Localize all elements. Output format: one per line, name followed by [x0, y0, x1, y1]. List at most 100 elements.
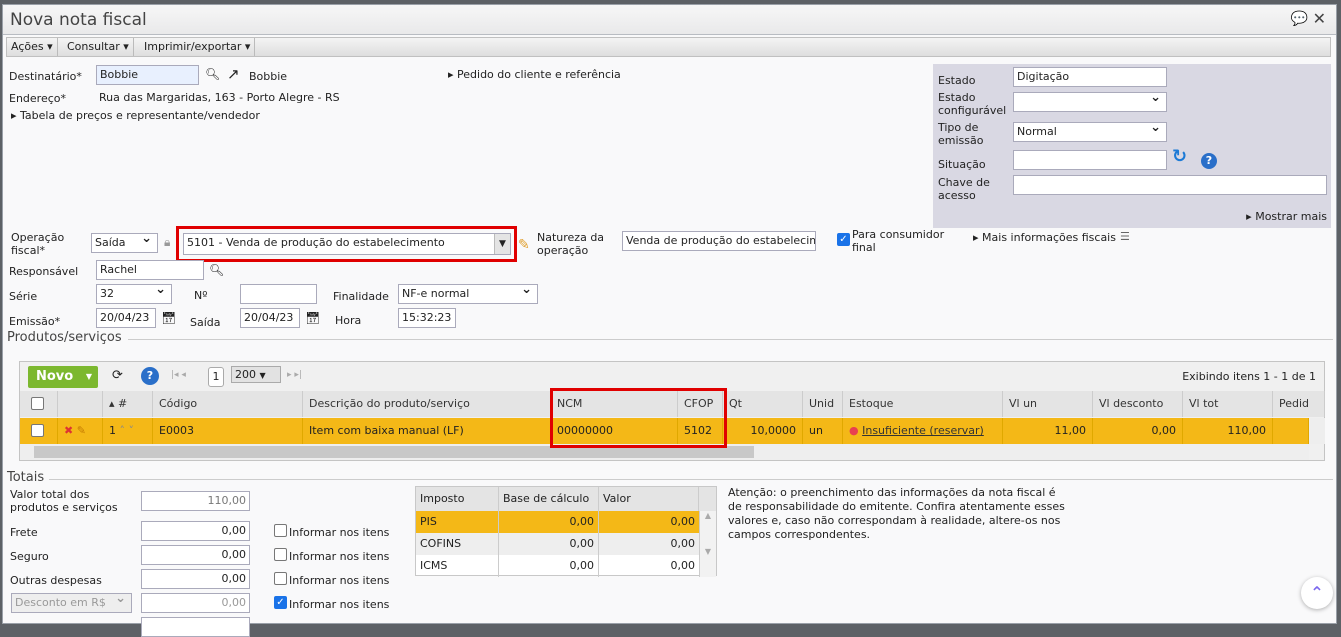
title-bar: Nova nota fiscal 💬 ✕ [3, 5, 1336, 35]
cell-vl-desconto: 0,00 [1093, 418, 1183, 444]
impostos-scrollbar[interactable]: ▲ ▼ [700, 511, 716, 577]
menu-bar: Ações ▾ Consultar ▾ Imprimir/exportar ▾ [6, 37, 1331, 57]
cell-valor: 0,00 [599, 533, 700, 555]
consumidor-final-label: Para consumidor final [852, 228, 945, 254]
col-vl-desconto[interactable]: Vl desconto [1093, 391, 1183, 417]
saida-input[interactable]: 20/04/23 [240, 308, 300, 328]
search-icon[interactable]: 🔍︎ [209, 263, 224, 277]
cell-imposto: COFINS [416, 533, 499, 555]
delete-icon[interactable]: ✖ [64, 424, 73, 437]
cell-vl-un: 11,00 [1003, 418, 1093, 444]
col-number[interactable]: ▴ # [103, 391, 153, 417]
informar-frete-checkbox[interactable] [274, 524, 287, 537]
estado-input[interactable]: Digitação [1013, 67, 1167, 87]
col-estoque[interactable]: Estoque [843, 391, 1003, 417]
informar-seguro-checkbox[interactable] [274, 548, 287, 561]
consumidor-final-checkbox[interactable]: ✓ [837, 233, 850, 246]
row-checkbox[interactable] [31, 424, 44, 437]
calendar-icon[interactable]: 📅︎ [305, 311, 320, 325]
pedido-cliente-link[interactable]: Pedido do cliente e referência [448, 68, 621, 81]
table-row[interactable]: ICMS 0,00 0,00 [416, 555, 700, 577]
menu-acoes[interactable]: Ações ▾ [7, 38, 58, 56]
desconto-type-select[interactable]: Desconto em R$ [11, 593, 132, 613]
hora-label: Hora [335, 314, 362, 327]
select-all-header [20, 391, 58, 417]
outras-despesas-input[interactable]: 0,00 [141, 569, 250, 589]
tipo-emissao-select[interactable]: Normal [1013, 122, 1167, 142]
close-icon[interactable]: ✕ [1313, 9, 1326, 28]
col-vl-tot[interactable]: Vl tot [1183, 391, 1273, 417]
valor-total-input: 110,00 [141, 491, 250, 511]
first-page-icon[interactable]: |◂ ◂ [171, 370, 186, 380]
row-number-value: 1 [109, 424, 116, 437]
responsavel-input[interactable]: Rachel [96, 260, 204, 280]
cell-base: 0,00 [499, 555, 599, 577]
help-icon[interactable]: ? [1201, 153, 1217, 169]
chave-acesso-input[interactable] [1013, 175, 1327, 195]
hora-input[interactable]: 15:32:23 [398, 308, 456, 328]
frete-input[interactable]: 0,00 [141, 521, 250, 541]
refresh-icon[interactable]: ↻ [1172, 146, 1187, 167]
saida-label: Saída [190, 316, 221, 329]
table-row[interactable]: PIS 0,00 0,00 [416, 511, 700, 533]
mostrar-mais-link[interactable]: Mostrar mais [1246, 210, 1327, 223]
page-size-select[interactable]: 200 ▼ [231, 366, 281, 383]
refresh-icon[interactable]: ⟳ [112, 368, 123, 383]
novo-button[interactable]: Novo ▼ [28, 366, 98, 388]
col-vl-un[interactable]: Vl un [1003, 391, 1093, 417]
responsavel-label: Responsável [9, 265, 79, 278]
reorder-icon[interactable]: ˄ ˅ [120, 424, 135, 437]
informar-desconto-checkbox[interactable]: ✓ [274, 596, 287, 609]
col-descricao[interactable]: Descrição do produto/serviço [303, 391, 551, 417]
vertical-scrollbar[interactable] [1309, 418, 1325, 444]
col-unid[interactable]: Unid [803, 391, 843, 417]
natureza-input[interactable]: Venda de produção do estabelecimento [622, 231, 816, 251]
menu-label: Imprimir/exportar [144, 40, 242, 53]
situacao-label: Situação [938, 158, 986, 171]
document-icon[interactable]: ☰ [1120, 230, 1130, 243]
search-icon[interactable]: 🔍︎ [205, 67, 220, 81]
menu-consultar[interactable]: Consultar ▾ [63, 38, 134, 56]
destinatario-input[interactable]: Bobbie [96, 65, 199, 85]
col-qt[interactable]: Qt [723, 391, 803, 417]
informar-label: Informar nos itens [289, 598, 390, 611]
col-codigo[interactable]: Código [153, 391, 303, 417]
informar-label: Informar nos itens [289, 550, 390, 563]
edit-icon[interactable]: ✎ [77, 424, 86, 437]
numero-input[interactable] [240, 284, 317, 304]
serie-select[interactable]: 32 [96, 284, 172, 304]
row-actions: ✖ ✎ [58, 418, 103, 444]
emissao-label: Emissão* [9, 315, 61, 328]
novo-label: Novo [36, 369, 74, 384]
numero-label: Nº [194, 289, 208, 302]
operacao-fiscal-label: Operação fiscal* [11, 231, 65, 257]
chat-icon[interactable]: 💬 [1291, 11, 1308, 27]
informar-outras-checkbox[interactable] [274, 572, 287, 585]
estado-configuravel-select[interactable] [1013, 92, 1167, 112]
external-link-icon[interactable]: ↗ [227, 65, 240, 83]
select-all-checkbox[interactable] [31, 397, 44, 410]
next-page-icon[interactable]: ▸ ▸| [287, 370, 302, 380]
seguro-input[interactable]: 0,00 [141, 545, 250, 565]
col-pedido[interactable]: Pedid [1273, 391, 1325, 417]
desconto-input[interactable]: 0,00 [141, 593, 250, 613]
total-input [141, 617, 250, 637]
pencil-icon[interactable]: ✎ [518, 237, 530, 253]
finalidade-select[interactable]: NF-e normal [398, 284, 538, 304]
help-icon[interactable]: ? [141, 367, 159, 385]
page-input[interactable]: 1 [208, 367, 224, 387]
row-select-cell [20, 418, 58, 444]
estoque-link[interactable]: Insuficiente (reservar) [862, 424, 984, 437]
products-grid: Novo ▼ ⟳ ? |◂ ◂ 1 200 ▼ ▸ ▸| Exibindo ite… [19, 361, 1325, 461]
calendar-icon[interactable]: 📅︎ [161, 311, 176, 325]
clickup-icon[interactable]: ⌃ [1301, 577, 1333, 609]
divider [49, 479, 1333, 480]
emissao-input[interactable]: 20/04/23 [96, 308, 156, 328]
situacao-input[interactable] [1013, 150, 1167, 170]
menu-imprimir[interactable]: Imprimir/exportar ▾ [140, 38, 256, 56]
destinatario-link[interactable]: Bobbie [249, 70, 287, 83]
operacao-tipo-select[interactable]: Saída [91, 233, 158, 253]
tabela-precos-link[interactable]: Tabela de preços e representante/vendedo… [11, 109, 260, 122]
table-row[interactable]: COFINS 0,00 0,00 [416, 533, 700, 555]
mais-informacoes-link[interactable]: Mais informações fiscais [973, 231, 1116, 244]
